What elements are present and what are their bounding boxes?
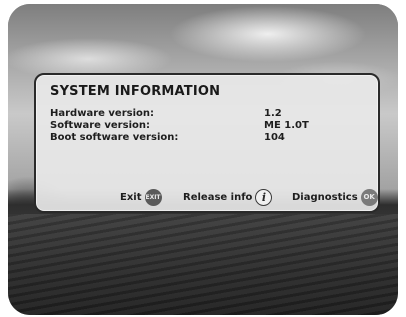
diagnostics-button[interactable]: Diagnostics OK bbox=[292, 187, 378, 207]
tv-frame: SYSTEM INFORMATION Hardware version: 1.2… bbox=[8, 4, 398, 315]
software-version-value: ME 1.0T bbox=[264, 120, 309, 131]
boot-software-version-value: 104 bbox=[264, 132, 285, 143]
release-info-label: Release info bbox=[183, 191, 253, 203]
ok-key-icon: OK bbox=[360, 188, 378, 206]
background-field bbox=[8, 214, 398, 315]
exit-button[interactable]: Exit EXIT bbox=[120, 187, 162, 207]
info-row-hardware: Hardware version: 1.2 bbox=[50, 108, 370, 120]
dialog-actions: Exit EXIT Release info i Diagnostics OK bbox=[36, 187, 378, 207]
exit-label: Exit bbox=[120, 191, 142, 203]
system-information-dialog: SYSTEM INFORMATION Hardware version: 1.2… bbox=[34, 73, 380, 213]
hardware-version-value: 1.2 bbox=[264, 108, 282, 119]
software-version-label: Software version: bbox=[50, 120, 150, 131]
hardware-version-label: Hardware version: bbox=[50, 108, 154, 119]
info-row-boot: Boot software version: 104 bbox=[50, 132, 370, 144]
info-row-software: Software version: ME 1.0T bbox=[50, 120, 370, 132]
dialog-title: SYSTEM INFORMATION bbox=[50, 84, 221, 99]
exit-key-icon: EXIT bbox=[144, 188, 162, 206]
diagnostics-label: Diagnostics bbox=[292, 191, 358, 203]
info-icon: i bbox=[255, 188, 273, 206]
tv-screen: SYSTEM INFORMATION Hardware version: 1.2… bbox=[0, 0, 406, 317]
boot-software-version-label: Boot software version: bbox=[50, 132, 179, 143]
release-info-button[interactable]: Release info i bbox=[183, 187, 273, 207]
